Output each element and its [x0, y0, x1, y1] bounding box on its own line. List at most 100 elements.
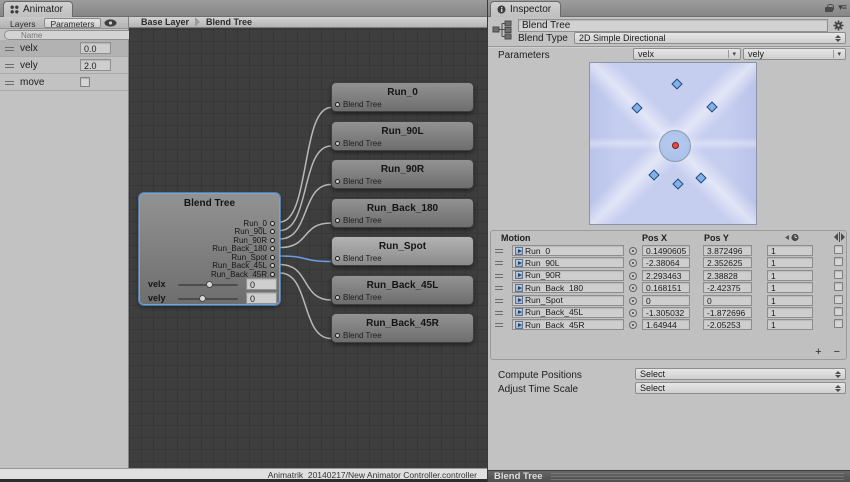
pos-x-field[interactable]: 1.64944	[642, 319, 690, 330]
object-picker-icon[interactable]	[629, 284, 637, 292]
wire[interactable]	[280, 265, 331, 301]
motion-node[interactable]: Run_90RBlend Tree	[331, 159, 474, 189]
output-port-icon[interactable]	[270, 238, 275, 243]
speed-field[interactable]: 1	[767, 270, 813, 281]
preview-position-dot[interactable]	[672, 142, 679, 149]
wire[interactable]	[280, 108, 331, 223]
motion-point-diamond[interactable]	[696, 173, 707, 184]
pos-x-field[interactable]: 0.1490605	[642, 245, 690, 256]
motion-point-diamond[interactable]	[706, 102, 717, 113]
layers-tab[interactable]: Layers	[3, 18, 43, 28]
slider-thumb[interactable]	[206, 281, 213, 288]
blend-tree-graph[interactable]: Base Layer Blend Tree Blend Tree Run_0Run…	[129, 17, 487, 468]
drag-handle-icon[interactable]	[495, 286, 503, 290]
pos-x-field[interactable]: -2.38064	[642, 257, 690, 268]
input-port-icon[interactable]	[335, 141, 340, 146]
drag-handle-icon[interactable]	[495, 274, 503, 278]
motion-node[interactable]: Run_SpotBlend Tree	[331, 236, 474, 266]
slider-track[interactable]	[178, 298, 238, 300]
output-port-icon[interactable]	[270, 229, 275, 234]
object-picker-icon[interactable]	[629, 259, 637, 267]
drag-handle-icon[interactable]	[495, 323, 503, 327]
drag-handle-icon[interactable]	[495, 261, 503, 265]
mirror-checkbox[interactable]	[834, 319, 843, 328]
tab-inspector[interactable]: Inspector	[490, 1, 561, 17]
pos-y-field[interactable]: 3.872496	[703, 245, 752, 256]
motion-point-diamond[interactable]	[672, 78, 683, 89]
pos-y-field[interactable]: 0	[703, 295, 752, 306]
motion-object-field[interactable]: Run_Back_45L	[512, 307, 624, 318]
drag-handle-icon[interactable]	[5, 81, 14, 85]
adjust-time-scale-dropdown[interactable]: Select	[635, 382, 846, 394]
wire[interactable]	[280, 223, 331, 248]
motion-point-diamond[interactable]	[631, 102, 642, 113]
pos-x-field[interactable]: 0.168151	[642, 282, 690, 293]
input-port-icon[interactable]	[335, 333, 340, 338]
parameter-row[interactable]: move	[0, 74, 128, 91]
parameter-value-field[interactable]: 0.0	[80, 42, 111, 54]
speed-field[interactable]: 1	[767, 257, 813, 268]
motion-object-field[interactable]: Run_Spot	[512, 295, 624, 306]
mirror-checkbox[interactable]	[834, 257, 843, 266]
parameter-value-field[interactable]: 2.0	[80, 59, 111, 71]
lock-icon[interactable]	[825, 4, 833, 12]
parameter-row[interactable]: vely2.0	[0, 57, 128, 74]
motion-node[interactable]: Run_0Blend Tree	[331, 82, 474, 112]
object-picker-icon[interactable]	[629, 297, 637, 305]
parameter-row[interactable]: velx0.0	[0, 40, 128, 57]
output-port-icon[interactable]	[270, 272, 275, 277]
drag-handle-icon[interactable]	[495, 249, 503, 253]
search-input[interactable]	[4, 30, 136, 40]
motion-point-diamond[interactable]	[672, 179, 683, 190]
motion-object-field[interactable]: Run_90L	[512, 257, 624, 268]
slider-thumb[interactable]	[199, 295, 206, 302]
object-picker-icon[interactable]	[629, 272, 637, 280]
param-y-dropdown[interactable]: vely ▾	[743, 48, 846, 60]
wire[interactable]	[280, 146, 331, 231]
gear-icon[interactable]	[833, 20, 844, 31]
motion-object-field[interactable]: Run_Back_180	[512, 282, 624, 293]
remove-motion-button[interactable]: −	[834, 347, 840, 357]
wire[interactable]	[280, 185, 331, 240]
blend-type-dropdown[interactable]: 2D Simple Directional	[574, 32, 846, 44]
preview-grip-handle[interactable]	[551, 473, 844, 480]
speed-field[interactable]: 1	[767, 319, 813, 330]
blend-tree-node[interactable]: Blend Tree Run_0Run_90LRun_90RRun_Back_1…	[139, 193, 280, 305]
input-port-icon[interactable]	[335, 179, 340, 184]
pos-y-field[interactable]: 2.38828	[703, 270, 752, 281]
output-port-icon[interactable]	[270, 255, 275, 260]
slider-value-field[interactable]: 0	[246, 292, 277, 304]
speed-field[interactable]: 1	[767, 295, 813, 306]
output-port-icon[interactable]	[270, 263, 275, 268]
mirror-checkbox[interactable]	[834, 245, 843, 254]
wire-highlighted[interactable]	[280, 256, 331, 262]
slider-value-field[interactable]: 0	[246, 278, 277, 290]
output-port-icon[interactable]	[270, 246, 275, 251]
speed-field[interactable]: 1	[767, 282, 813, 293]
pos-x-field[interactable]: -1.305032	[642, 307, 690, 318]
preview-bar[interactable]: Blend Tree	[488, 470, 850, 482]
speed-field[interactable]: 1	[767, 245, 813, 256]
eye-icon[interactable]	[104, 19, 117, 27]
object-picker-icon[interactable]	[629, 247, 637, 255]
breadcrumb-item[interactable]: Blend Tree	[202, 17, 256, 27]
blend-space-diagram[interactable]	[589, 62, 757, 225]
input-port-icon[interactable]	[335, 256, 340, 261]
motion-object-field[interactable]: Run_Back_45R	[512, 319, 624, 330]
pos-x-field[interactable]: 0	[642, 295, 690, 306]
input-port-icon[interactable]	[335, 218, 340, 223]
drag-handle-icon[interactable]	[495, 299, 503, 303]
pos-y-field[interactable]: -2.05253	[703, 319, 752, 330]
output-port-icon[interactable]	[270, 221, 275, 226]
add-motion-button[interactable]: +	[815, 347, 821, 357]
breadcrumb-item[interactable]: Base Layer	[137, 17, 193, 27]
input-port-icon[interactable]	[335, 102, 340, 107]
pos-x-field[interactable]: 2.293463	[642, 270, 690, 281]
input-port-icon[interactable]	[335, 295, 340, 300]
tab-menu-icon[interactable]: ▾≡	[838, 2, 846, 13]
motion-node[interactable]: Run_Back_45LBlend Tree	[331, 275, 474, 305]
motion-node[interactable]: Run_Back_45RBlend Tree	[331, 313, 474, 343]
pos-y-field[interactable]: -2.42375	[703, 282, 752, 293]
param-x-dropdown[interactable]: velx ▾	[633, 48, 741, 60]
motion-object-field[interactable]: Run_90R	[512, 270, 624, 281]
